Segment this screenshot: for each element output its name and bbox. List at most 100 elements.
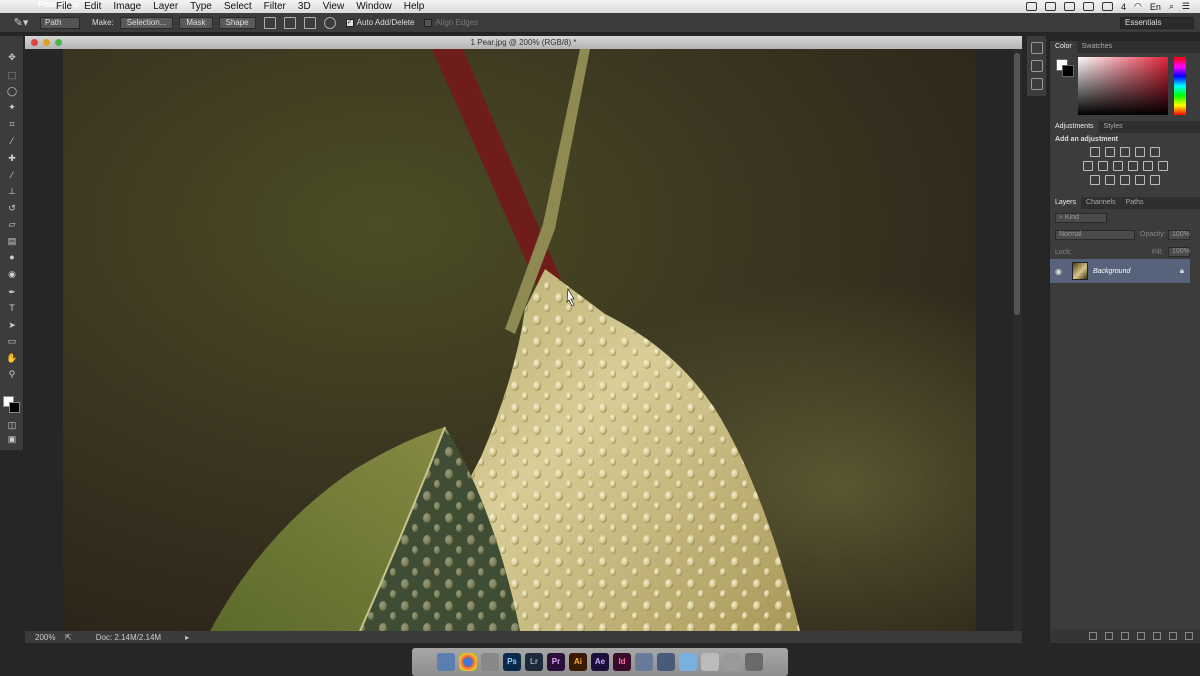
menu-filter[interactable]: Filter [258,0,292,13]
gradient-map-icon[interactable] [1150,175,1160,185]
menu-edit[interactable]: Edit [78,0,107,13]
gradient-tool-icon[interactable]: ▤ [4,234,20,248]
dock-app-lightroom[interactable]: Lr [525,653,543,671]
selection-button[interactable]: Selection... [119,16,174,29]
dodge-tool-icon[interactable]: ◉ [4,267,20,281]
tab-adjustments[interactable]: Adjustments [1050,121,1099,133]
black-white-icon[interactable] [1112,161,1123,171]
type-tool-icon[interactable]: T [4,301,20,315]
layer-filter-select[interactable]: ⌕ Kind [1055,213,1107,223]
properties-panel-icon[interactable] [1030,60,1043,72]
tab-styles[interactable]: Styles [1099,121,1128,133]
camera-icon[interactable] [1025,2,1037,11]
tab-channels[interactable]: Channels [1081,197,1121,209]
language-indicator[interactable]: En [1150,2,1161,12]
window-icon[interactable] [1063,2,1075,11]
folder-icon[interactable] [679,653,697,671]
preview-icon[interactable] [635,653,653,671]
chrome-icon[interactable] [459,653,477,671]
shape-button[interactable]: Shape [218,16,256,29]
selective-color-icon[interactable] [1135,175,1145,185]
opacity-field[interactable]: 100% [1168,230,1190,240]
new-group-icon[interactable] [1153,632,1161,640]
color-lookup-icon[interactable] [1157,161,1168,171]
wifi-icon[interactable]: ◠ [1134,1,1142,12]
apple-menu-icon[interactable] [12,1,24,12]
export-icon[interactable]: ⇱ [65,633,72,642]
vertical-scrollbar[interactable] [1013,49,1022,631]
dock-app-illustrator[interactable]: Ai [569,653,587,671]
hue-saturation-icon[interactable] [1082,161,1093,171]
channel-mixer-icon[interactable] [1142,161,1153,171]
curves-icon[interactable] [1120,147,1130,157]
quick-selection-tool-icon[interactable]: ✦ [4,100,20,114]
menu-help[interactable]: Help [398,0,431,13]
eyedropper-tool-icon[interactable]: ⁄ [4,134,20,148]
dock-app-indesign[interactable]: Id [613,653,631,671]
align-edges-checkbox[interactable]: Align Edges [424,18,478,27]
posterize-icon[interactable] [1105,175,1115,185]
mask-button[interactable]: Mask [179,16,213,29]
downloads-icon[interactable] [723,653,741,671]
menu-window[interactable]: Window [350,0,398,13]
time-machine-icon[interactable] [1082,2,1094,11]
auto-add-delete-checkbox[interactable]: ✓ Auto Add/Delete [345,18,414,27]
visibility-eye-icon[interactable]: ◉ [1055,267,1067,276]
healing-brush-tool-icon[interactable]: ✚ [4,151,20,165]
paragraph-panel-icon[interactable] [1030,78,1043,90]
invert-icon[interactable] [1090,175,1100,185]
path-selection-tool-icon[interactable]: ➤ [4,318,20,332]
color-balance-icon[interactable] [1097,161,1108,171]
menu-3d[interactable]: 3D [292,0,317,13]
marquee-tool-icon[interactable]: ⬚ [4,68,20,82]
path-arrangement-icon[interactable] [303,16,316,29]
pen-tool-icon[interactable]: ✒ [4,285,20,299]
crop-tool-icon[interactable]: ⌗ [4,117,20,131]
adjustment-layer-icon[interactable] [1137,632,1145,640]
eraser-tool-icon[interactable]: ▱ [4,217,20,231]
clone-stamp-tool-icon[interactable]: ⊥ [4,184,20,198]
menu-file[interactable]: File [50,0,78,13]
brush-tool-icon[interactable]: ⁄ [4,168,20,182]
system-preferences-icon[interactable] [481,653,499,671]
tool-mode-select[interactable]: Path [40,16,80,29]
history-brush-tool-icon[interactable]: ↺ [4,201,20,215]
screen-mode-icon[interactable]: ▣ [4,432,20,446]
pen-tool-icon[interactable]: ✎▾ [8,15,34,31]
vibrance-icon[interactable] [1150,147,1160,157]
tab-color[interactable]: Color [1050,41,1077,53]
tab-paths[interactable]: Paths [1121,197,1149,209]
zoom-tool-icon[interactable]: ⚲ [4,367,20,381]
trash-icon[interactable] [1185,632,1193,640]
cloud-icon[interactable] [1044,2,1056,11]
layer-row-background[interactable]: ◉ Background 🔒︎ [1050,259,1190,283]
menu-view[interactable]: View [317,0,351,13]
color-spectrum-field[interactable] [1078,57,1168,115]
add-mask-icon[interactable] [1121,632,1129,640]
automator-icon[interactable] [701,653,719,671]
finder-icon[interactable] [437,653,455,671]
photo-filter-icon[interactable] [1127,161,1138,171]
screen-capture-icon[interactable] [657,653,675,671]
dock-app-premiere[interactable]: Pr [547,653,565,671]
close-window-icon[interactable] [31,39,38,46]
image-canvas[interactable] [25,49,1022,631]
blur-tool-icon[interactable]: ● [4,250,20,264]
move-tool-icon[interactable]: ✥ [4,50,20,64]
hue-slider[interactable] [1174,57,1186,115]
path-alignment-icon[interactable] [283,16,296,29]
workspace-select[interactable]: Essentials [1120,16,1194,29]
gear-icon[interactable] [323,16,336,29]
scrollbar-thumb[interactable] [1014,53,1020,315]
fill-field[interactable]: 100% [1168,247,1190,257]
color-background-swatch[interactable] [1062,65,1074,77]
menu-select[interactable]: Select [218,0,258,13]
menu-type[interactable]: Type [184,0,218,13]
quick-mask-icon[interactable]: ◫ [4,418,20,432]
blend-mode-select[interactable]: Normal [1055,230,1135,240]
threshold-icon[interactable] [1120,175,1130,185]
exposure-icon[interactable] [1135,147,1145,157]
dock-app-after-effects[interactable]: Ae [591,653,609,671]
link-layers-icon[interactable] [1089,632,1097,640]
brightness-contrast-icon[interactable] [1090,147,1100,157]
